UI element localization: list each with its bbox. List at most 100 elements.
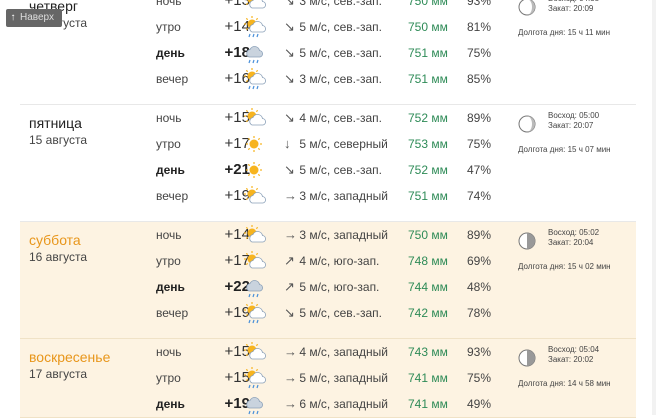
- forecast-row: день +21 ↘ 5 м/с, сев.-зап. 752 мм 47%: [20, 157, 636, 183]
- pressure: 750 мм: [408, 20, 448, 34]
- forecast-row: день +22 ↗ 5 м/с, юго-зап. 744 мм 48%: [20, 274, 636, 300]
- forecast-row: утро +17 ↓ 5 м/с, северный 753 мм 75%: [20, 131, 636, 157]
- partly-cloudy-night-icon: [242, 107, 266, 129]
- wind-text: 5 м/с, сев.-зап.: [299, 46, 382, 60]
- cloud-sun-rain-icon: [242, 68, 266, 90]
- partly-cloudy-night-icon: [242, 341, 266, 363]
- forecast-row: день +18 ↘ 5 м/с, сев.-зап. 751 мм 75%: [20, 40, 636, 66]
- partly-cloudy-night-icon: [242, 0, 266, 12]
- sun-icon: [242, 133, 266, 155]
- humidity: 78%: [467, 306, 492, 320]
- wind-direction-icon: →: [284, 344, 297, 359]
- wind-text: 3 м/с, западный: [299, 228, 388, 242]
- wind-info: ↘ 5 м/с, сев.-зап.: [284, 157, 382, 183]
- scrollbar-track[interactable]: [652, 0, 656, 415]
- cloud-sun-rain-icon: [242, 367, 266, 389]
- pressure: 742 мм: [408, 306, 448, 320]
- forecast-row: утро +15 → 5 м/с, западный 741 мм 75%: [20, 365, 636, 391]
- wind-direction-icon: ↘: [284, 19, 295, 34]
- cloud-rain-icon: [242, 42, 266, 64]
- wind-direction-icon: →: [284, 188, 297, 203]
- wind-text: 5 м/с, северный: [299, 137, 388, 151]
- day-block: воскресенье 17 августа Восход: 05:04 Закат:…: [20, 339, 636, 418]
- partly-cloudy-icon: [242, 185, 266, 207]
- wind-info: → 3 м/с, западный: [284, 222, 388, 248]
- period-label: утро: [156, 254, 181, 268]
- forecast-row: вечер +16 ↘ 3 м/с, сев.-зап. 751 мм 85%: [20, 66, 636, 92]
- wind-info: ↗ 4 м/с, юго-зап.: [284, 248, 379, 274]
- cloud-sun-rain-icon: [242, 302, 266, 324]
- humidity: 74%: [467, 189, 492, 203]
- forecast-row: вечер +19 ↘ 5 м/с, сев.-зап. 742 мм 78%: [20, 300, 636, 326]
- wind-direction-icon: →: [284, 396, 297, 411]
- pressure: 748 мм: [408, 254, 448, 268]
- pressure: 751 мм: [408, 46, 448, 60]
- humidity: 47%: [467, 163, 492, 177]
- period-label: вечер: [156, 306, 189, 320]
- wind-direction-icon: ↘: [284, 110, 295, 125]
- pressure: 741 мм: [408, 371, 448, 385]
- pressure: 752 мм: [408, 163, 448, 177]
- humidity: 69%: [467, 254, 492, 268]
- wind-info: ↘ 3 м/с, сев.-зап.: [284, 66, 382, 92]
- wind-direction-icon: ↘: [284, 305, 295, 320]
- back-to-top-button[interactable]: ↑ Наверх: [6, 9, 62, 27]
- wind-info: ↗ 5 м/с, юго-зап.: [284, 274, 379, 300]
- period-label: день: [156, 397, 185, 411]
- period-label: вечер: [156, 72, 189, 86]
- wind-direction-icon: ↘: [284, 162, 295, 177]
- pressure: 741 мм: [408, 397, 448, 411]
- pressure: 751 мм: [408, 189, 448, 203]
- pressure: 752 мм: [408, 111, 448, 125]
- wind-text: 4 м/с, юго-зап.: [299, 254, 380, 268]
- wind-text: 3 м/с, сев.-зап.: [299, 72, 382, 86]
- period-label: день: [156, 280, 185, 294]
- period-label: день: [156, 46, 185, 60]
- wind-text: 5 м/с, сев.-зап.: [299, 306, 382, 320]
- pressure: 750 мм: [408, 228, 448, 242]
- humidity: 75%: [467, 46, 492, 60]
- wind-info: ↘ 3 м/с, сев.-зап.: [284, 0, 382, 14]
- wind-info: → 4 м/с, западный: [284, 339, 388, 365]
- wind-text: 5 м/с, сев.-зап.: [299, 20, 382, 34]
- wind-direction-icon: →: [284, 227, 297, 242]
- humidity: 89%: [467, 111, 492, 125]
- wind-text: 3 м/с, западный: [299, 189, 388, 203]
- pressure: 743 мм: [408, 345, 448, 359]
- period-label: ночь: [156, 111, 182, 125]
- wind-text: 5 м/с, западный: [299, 371, 388, 385]
- wind-direction-icon: →: [284, 370, 297, 385]
- period-label: утро: [156, 371, 181, 385]
- pressure: 751 мм: [408, 72, 448, 86]
- wind-info: ↘ 5 м/с, сев.-зап.: [284, 14, 382, 40]
- wind-direction-icon: ↗: [284, 279, 295, 294]
- cloud-sun-rain-icon: [242, 16, 266, 38]
- wind-info: ↘ 5 м/с, сев.-зап.: [284, 40, 382, 66]
- forecast-row: вечер +19 → 3 м/с, западный 751 мм 74%: [20, 183, 636, 209]
- period-label: день: [156, 163, 185, 177]
- pressure: 744 мм: [408, 280, 448, 294]
- wind-info: → 3 м/с, западный: [284, 183, 388, 209]
- humidity: 85%: [467, 72, 492, 86]
- forecast-row: ночь +15 → 4 м/с, западный 743 мм 93%: [20, 339, 636, 365]
- forecast-row: день +19 → 6 м/с, западный 741 мм 49%: [20, 391, 636, 417]
- wind-direction-icon: ↘: [284, 0, 295, 8]
- humidity: 75%: [467, 137, 492, 151]
- back-to-top-label: Наверх: [20, 12, 54, 23]
- wind-info: ↓ 5 м/с, северный: [284, 131, 388, 157]
- humidity: 48%: [467, 280, 492, 294]
- forecast-row: ночь +15 ↘ 4 м/с, сев.-зап. 752 мм 89%: [20, 105, 636, 131]
- wind-info: ↘ 4 м/с, сев.-зап.: [284, 105, 382, 131]
- forecast-row: утро +14 ↘ 5 м/с, сев.-зап. 750 мм 81%: [20, 14, 636, 40]
- day-block: четверг14 августаВосход: 04:58Закат: 20:…: [20, 0, 636, 105]
- cloud-rain-icon: [242, 276, 266, 298]
- humidity: 81%: [467, 20, 492, 34]
- humidity: 93%: [467, 0, 492, 8]
- wind-text: 5 м/с, сев.-зап.: [299, 163, 382, 177]
- wind-text: 5 м/с, юго-зап.: [299, 280, 380, 294]
- wind-text: 4 м/с, западный: [299, 345, 388, 359]
- period-label: утро: [156, 137, 181, 151]
- forecast-row: ночь +14 → 3 м/с, западный 750 мм 89%: [20, 222, 636, 248]
- wind-text: 6 м/с, западный: [299, 397, 388, 411]
- period-label: ночь: [156, 0, 182, 8]
